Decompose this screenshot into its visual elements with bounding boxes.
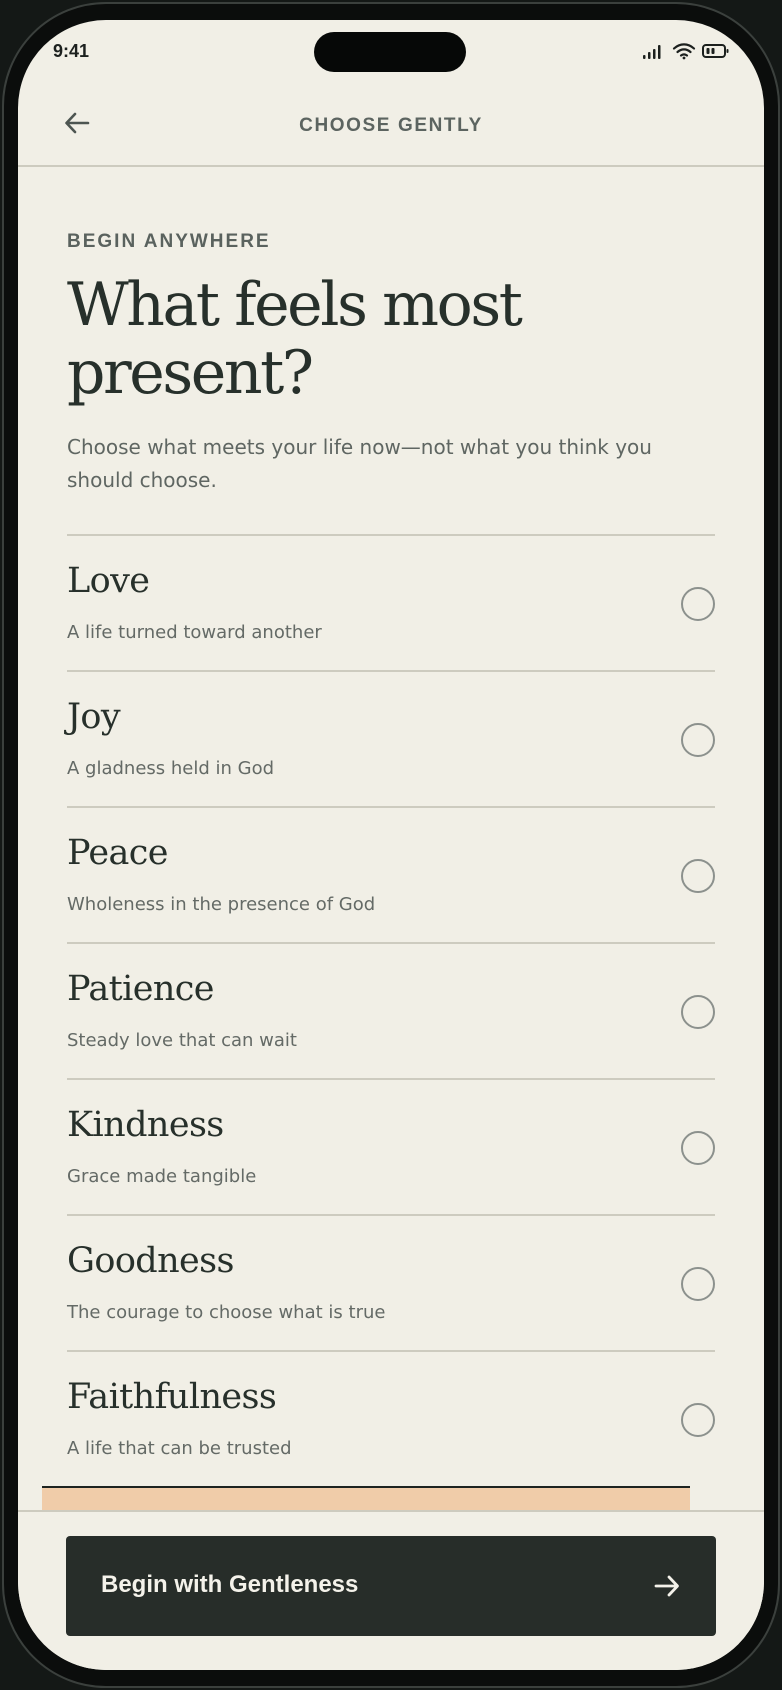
option-kindness[interactable]: Kindness Grace made tangible [67,1080,715,1216]
eyebrow-label: BEGIN ANYWHERE [67,231,271,252]
option-description: A gladness held in God [67,758,275,779]
option-description: Wholeness in the presence of God [67,894,376,915]
begin-button[interactable]: Begin with Gentleness [66,1536,716,1636]
option-title: Faithfulness [67,1377,277,1417]
option-goodness[interactable]: Goodness The courage to choose what is t… [67,1216,715,1352]
status-icons [642,42,730,60]
option-faithfulness[interactable]: Faithfulness A life that can be trusted [67,1352,715,1488]
dynamic-island [314,32,466,72]
radio-button[interactable] [681,723,715,757]
wifi-icon [672,43,696,60]
radio-button[interactable] [681,995,715,1029]
radio-button[interactable] [681,1403,715,1437]
option-description: Steady love that can wait [67,1030,297,1051]
navigation-header: CHOOSE GENTLY [18,80,764,167]
option-love[interactable]: Love A life turned toward another [67,536,715,672]
arrow-right-icon [654,1575,679,1597]
option-peace[interactable]: Peace Wholeness in the presence of God [67,808,715,944]
option-joy[interactable]: Joy A gladness held in God [67,672,715,808]
screen-title: CHOOSE GENTLY [299,115,483,136]
radio-button[interactable] [681,1131,715,1165]
option-title: Patience [67,969,214,1009]
option-title: Peace [67,833,168,873]
bottom-action-bar: Begin with Gentleness [18,1510,764,1670]
begin-button-label: Begin with Gentleness [101,1571,359,1598]
option-title: Joy [67,697,121,737]
option-description: A life turned toward another [67,622,322,643]
page-headline: What feels most present? [67,270,523,408]
option-patience[interactable]: Patience Steady love that can wait [67,944,715,1080]
option-description: A life that can be trusted [67,1438,292,1459]
battery-icon [702,44,729,58]
radio-button[interactable] [681,859,715,893]
cellular-signal-icon [643,45,661,59]
option-description: Grace made tangible [67,1166,257,1187]
app-screen: 9:41 CHOOSE GENTLY BEGIN ANYWHERE What f… [18,20,764,1670]
option-title: Goodness [67,1241,234,1281]
status-time: 9:41 [53,41,90,61]
option-title: Kindness [67,1105,224,1145]
fruit-options-list: Love A life turned toward another Joy A … [67,534,715,1488]
radio-button[interactable] [681,587,715,621]
phone-device: 9:41 CHOOSE GENTLY BEGIN ANYWHERE What f… [0,0,782,1690]
radio-button[interactable] [681,1267,715,1301]
intro-section: BEGIN ANYWHERE What feels most present? … [67,230,715,497]
option-description: The courage to choose what is true [67,1302,386,1323]
page-subtitle: Choose what meets your life now—not what… [67,435,652,492]
option-title: Love [67,561,150,601]
